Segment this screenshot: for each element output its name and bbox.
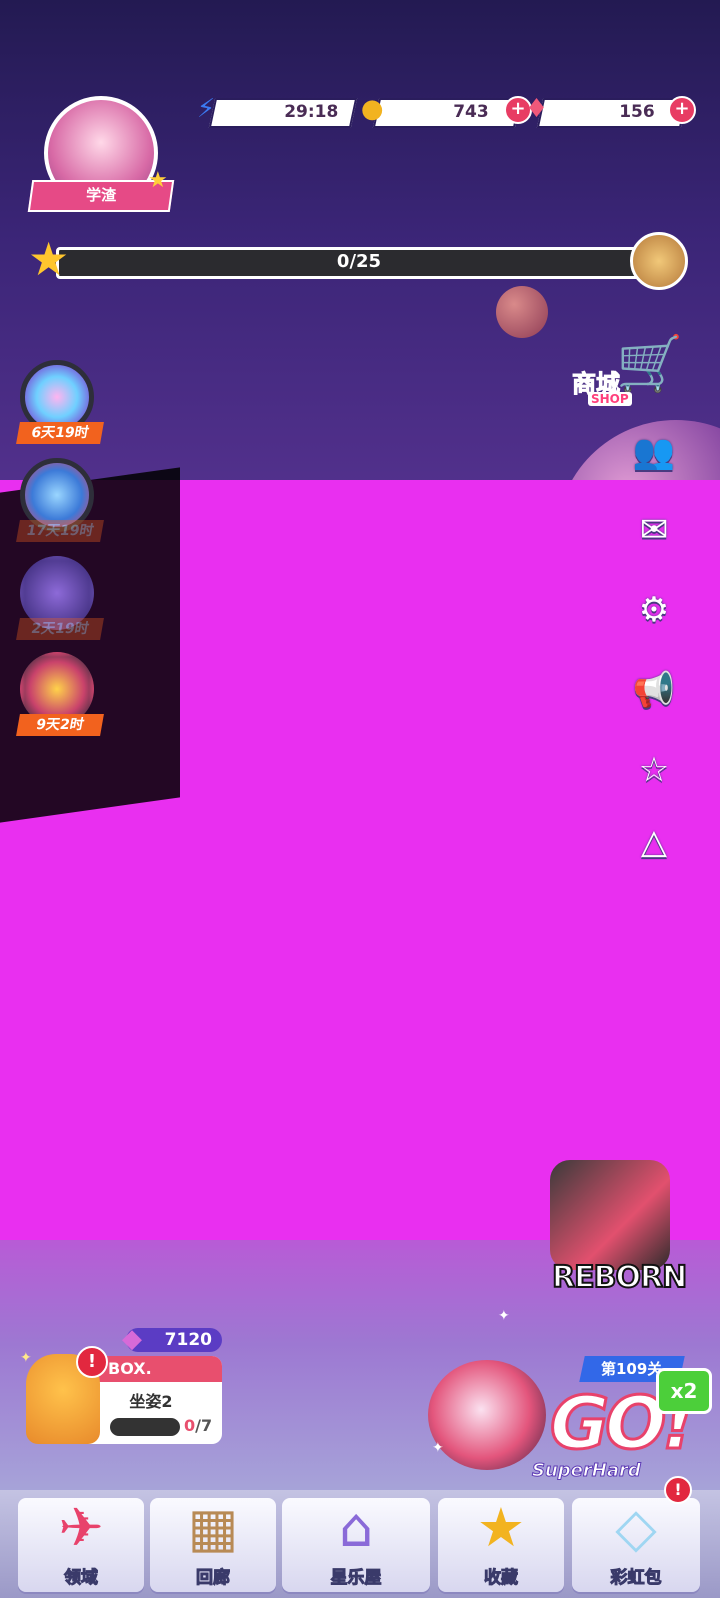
gem-counter[interactable]: ♦ 156: [525, 94, 688, 128]
box-progress-bar: [110, 1418, 180, 1436]
box-progress-widget[interactable]: 7120 ◆ BOX. 坐姿2 0/7 !: [10, 1324, 222, 1454]
domain-icon: ✈: [58, 1496, 104, 1559]
energy-counter[interactable]: ⚡ 29:18: [197, 94, 358, 128]
lightning-icon: ⚡: [196, 94, 216, 124]
shop-label-en: SHOP: [588, 392, 632, 406]
gallery-icon: ▦: [187, 1496, 239, 1559]
activity-chest[interactable]: 17天19时: [16, 458, 104, 542]
multiplier-badge: x2: [656, 1368, 712, 1414]
progress-star-icon: ★: [28, 232, 70, 286]
energy-value: 29:18: [284, 102, 339, 122]
nav-collection[interactable]: ★ 收藏: [438, 1496, 564, 1592]
favorite-star-icon[interactable]: ☆: [632, 748, 676, 792]
nav-label: 回廊: [196, 1568, 231, 1589]
gem-icon: ♦: [524, 94, 549, 124]
coin-value: 743: [452, 102, 489, 122]
activity-party[interactable]: 9天2时: [16, 652, 104, 736]
collection-star-icon: ★: [476, 1496, 526, 1559]
box-count-total: /7: [195, 1416, 213, 1435]
add-gems-button[interactable]: +: [668, 96, 696, 124]
nav-domain[interactable]: ✈ 领域: [18, 1496, 144, 1592]
sparkle-icon: ✦: [432, 1440, 444, 1456]
nav-label: 收藏: [484, 1568, 519, 1589]
progress-boss-reward[interactable]: [630, 232, 688, 290]
name-star-icon: ★: [148, 168, 168, 193]
stage-progress-bar: 0/25: [56, 247, 662, 279]
reborn-event-button[interactable]: REBORN: [540, 1080, 688, 1300]
small-planet: [496, 286, 548, 338]
purple-gem-icon: ◆: [122, 1324, 142, 1354]
collapse-triangle-icon[interactable]: △: [632, 820, 676, 864]
coin-icon: ●: [360, 94, 384, 124]
activity-rainbow-orb[interactable]: 6天19时: [16, 360, 104, 444]
box-count: 0/7: [184, 1416, 212, 1435]
start-stage-button[interactable]: 第109关 GO! x2 SuperHard: [420, 1320, 712, 1490]
reborn-characters-art: [550, 1160, 670, 1270]
coin-counter[interactable]: ● 743: [361, 94, 522, 128]
activity-timer: 2天19时: [16, 618, 104, 640]
alert-icon: !: [76, 1346, 108, 1378]
reborn-label: REBORN: [551, 1259, 688, 1296]
activity-dice-box[interactable]: 2天19时: [16, 556, 104, 640]
activity-timer: 17天19时: [16, 520, 104, 542]
nav-label: 彩虹包: [610, 1568, 662, 1589]
nav-star-house[interactable]: ⌂ 星乐屋: [282, 1496, 430, 1592]
stage-character-art: [428, 1360, 546, 1470]
nav-label: 星乐屋: [330, 1568, 382, 1589]
sparkle-icon: ✦: [20, 1350, 32, 1366]
box-count-current: 0: [184, 1416, 196, 1435]
activity-timer: 6天19时: [16, 422, 104, 444]
gem-value: 156: [618, 102, 655, 122]
alert-icon: !: [664, 1476, 692, 1504]
friends-icon[interactable]: 👥: [632, 430, 676, 474]
mail-icon[interactable]: ✉: [632, 508, 676, 552]
box-pose-name: 坐姿2: [129, 1392, 173, 1411]
nav-rainbow-pack[interactable]: ◇ 彩虹包: [572, 1496, 700, 1592]
nav-gallery[interactable]: ▦ 回廊: [150, 1496, 276, 1592]
nav-label: 领域: [64, 1568, 99, 1589]
settings-icon[interactable]: ⚙: [632, 588, 676, 632]
shopping-cart-icon: 🛒: [616, 332, 684, 395]
difficulty-label: SuperHard: [532, 1460, 642, 1482]
announcement-icon[interactable]: 📢: [632, 668, 676, 712]
activity-timer: 9天2时: [16, 714, 104, 736]
progress-label: 0/25: [336, 251, 382, 272]
shop-button[interactable]: 🛒 商城 SHOP: [572, 330, 688, 410]
star-house-icon: ⌂: [338, 1496, 374, 1559]
sparkle-icon: ✦: [498, 1308, 510, 1324]
